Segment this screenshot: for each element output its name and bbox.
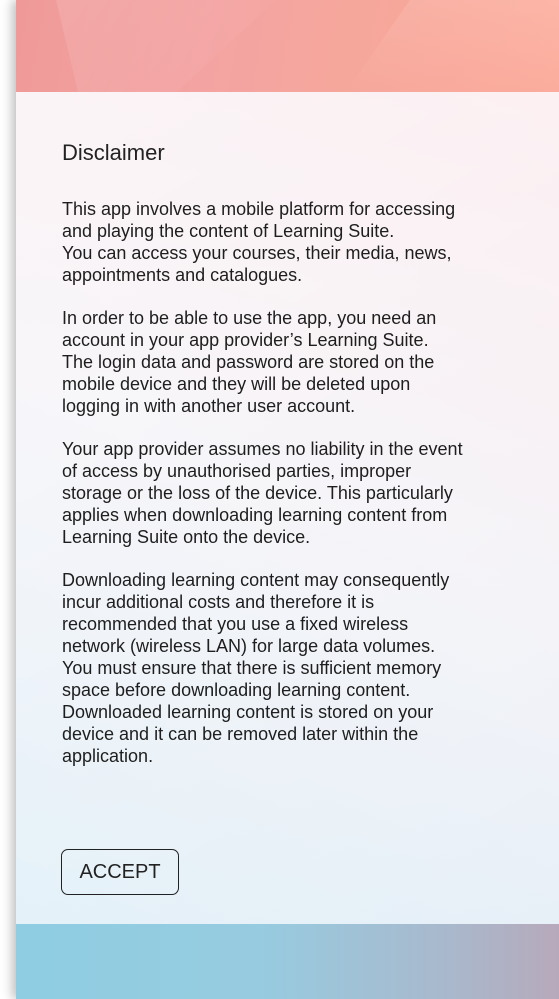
disclaimer-paragraph-intro: This app involves a mobile platform for … bbox=[62, 199, 456, 285]
accept-button[interactable]: ACCEPT bbox=[61, 849, 179, 895]
disclaimer-paragraph-liability: Your app provider assumes no liability i… bbox=[62, 439, 463, 547]
footer-gradient-band bbox=[16, 924, 559, 999]
header-gradient-band bbox=[16, 0, 559, 92]
disclaimer-text-scroll-area[interactable]: This app involves a mobile platform for … bbox=[62, 198, 542, 820]
disclaimer-paragraph-account: In order to be able to use the app, you … bbox=[62, 308, 437, 416]
device-frame: Disclaimer This app involves a mobile pl… bbox=[0, 0, 559, 999]
page-title: Disclaimer bbox=[62, 140, 165, 165]
disclaimer-paragraph-downloads: Downloading learning content may consequ… bbox=[62, 570, 450, 766]
app-screen: Disclaimer This app involves a mobile pl… bbox=[16, 0, 559, 999]
